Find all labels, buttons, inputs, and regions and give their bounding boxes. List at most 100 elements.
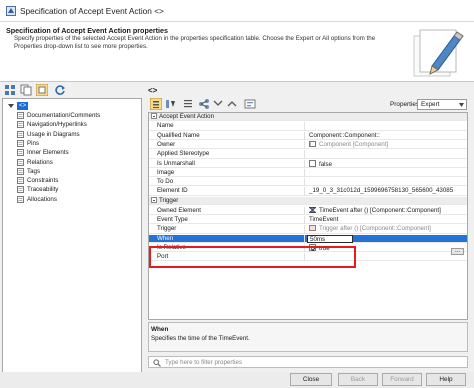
grid-view-icon[interactable] bbox=[4, 84, 16, 96]
help-button[interactable]: Help bbox=[426, 373, 466, 386]
tree-item[interactable]: Documentation/Comments bbox=[17, 111, 100, 120]
tree-item[interactable]: Constraints bbox=[17, 176, 58, 185]
page-icon bbox=[17, 158, 24, 166]
tree-item-label: Constraints bbox=[27, 177, 59, 185]
tree-item[interactable]: Traceability bbox=[17, 185, 58, 194]
page-icon bbox=[17, 130, 24, 138]
property-row-event-type[interactable]: Event Type TimeEvent bbox=[149, 215, 467, 225]
properties-mode-select[interactable]: Expert bbox=[417, 99, 467, 110]
close-button[interactable]: Close bbox=[290, 373, 332, 386]
more-button[interactable]: ... bbox=[451, 248, 464, 255]
tree-item-label: Navigation/Hyperlinks bbox=[27, 121, 87, 129]
property-name: To Do bbox=[157, 178, 174, 186]
component-icon bbox=[309, 140, 316, 147]
refresh-icon[interactable] bbox=[54, 84, 66, 96]
property-name: Qualified Name bbox=[157, 131, 200, 139]
properties-grid: Accept Event Action Name Qualified Name Co… bbox=[148, 112, 468, 320]
property-row-is-unmarshall[interactable]: Is Unmarshall false bbox=[149, 159, 467, 168]
tree-item[interactable]: Pins bbox=[17, 139, 39, 148]
tree-item-label: Traceability bbox=[27, 186, 59, 194]
property-value: Component [Component] bbox=[319, 140, 389, 148]
collapse-icon[interactable] bbox=[151, 113, 157, 119]
tree-root-item[interactable]: <> bbox=[7, 101, 29, 110]
property-value[interactable]: 50ms bbox=[310, 236, 325, 243]
property-row-to-do[interactable]: To Do bbox=[149, 178, 467, 187]
property-row-image[interactable]: Image bbox=[149, 168, 467, 178]
property-row-name[interactable]: Name bbox=[149, 122, 467, 131]
page-icon bbox=[17, 195, 24, 203]
property-name: Applied Stereotype bbox=[157, 150, 210, 158]
page-icon bbox=[17, 112, 24, 119]
property-value: _19_0_3_31c012d_1599696758130_565600_430… bbox=[309, 187, 454, 195]
active-view-icon[interactable] bbox=[36, 84, 48, 96]
tree-item-label: Relations bbox=[27, 158, 53, 166]
expand-icon[interactable] bbox=[212, 98, 224, 110]
tree-item[interactable]: Tags bbox=[17, 167, 40, 176]
element-path: <> bbox=[148, 86, 158, 95]
tree-root-label: <> bbox=[17, 101, 29, 110]
tree-item-label: Tags bbox=[27, 167, 41, 175]
relations-icon[interactable] bbox=[198, 98, 210, 110]
property-name: Is Unmarshall bbox=[157, 159, 195, 167]
tree-item[interactable]: Usage in Diagrams bbox=[17, 130, 80, 139]
property-row-owned-element[interactable]: Owned Element TimeEvent after () [Compone… bbox=[149, 206, 467, 215]
collapse-icon[interactable] bbox=[7, 102, 17, 110]
page-icon bbox=[17, 167, 24, 175]
property-value: Component::Component:: bbox=[309, 131, 380, 139]
tree-item[interactable]: Relations bbox=[17, 158, 53, 167]
categorized-view-icon[interactable] bbox=[150, 98, 162, 110]
tree-item-label: Allocations bbox=[27, 195, 57, 203]
property-value: TimeEvent after () [Component::Component… bbox=[319, 206, 441, 214]
page-icon bbox=[17, 149, 24, 157]
filter-input[interactable]: Type here to filter properties bbox=[148, 356, 468, 368]
is-unmarshall-checkbox[interactable] bbox=[309, 159, 316, 167]
property-name: Owner bbox=[157, 140, 176, 148]
lines-icon[interactable] bbox=[182, 98, 194, 110]
description-text: Specifies the time of the TimeEvent. bbox=[151, 335, 250, 342]
back-button[interactable]: Back bbox=[338, 373, 378, 386]
property-value: false bbox=[319, 160, 333, 168]
time-event-icon bbox=[309, 206, 316, 213]
header-description: Specify properties of the selected Accep… bbox=[14, 35, 376, 50]
property-row-trigger[interactable]: Trigger Trigger after () [Component::Comp… bbox=[149, 225, 467, 234]
property-description-panel: When Specifies the time of the TimeEvent… bbox=[148, 322, 468, 352]
tree-item-label: Documentation/Comments bbox=[27, 112, 101, 119]
chevron-down-icon bbox=[459, 103, 464, 107]
property-name: Trigger bbox=[157, 225, 177, 233]
pen-icon bbox=[413, 29, 464, 77]
collapse-icon[interactable] bbox=[151, 197, 157, 203]
page-icon bbox=[17, 121, 24, 129]
tree-item-label: Pins bbox=[27, 139, 40, 147]
trigger-icon bbox=[309, 225, 316, 232]
dialog-header: Specification of Accept Event Action pro… bbox=[0, 22, 474, 82]
group-row-trigger[interactable]: Trigger bbox=[149, 197, 467, 206]
property-name: Event Type bbox=[157, 215, 188, 223]
page-icon bbox=[17, 186, 24, 194]
page-icon bbox=[17, 139, 24, 147]
tree-item[interactable]: Inner Elements bbox=[17, 148, 69, 157]
property-row-owner[interactable]: Owner Component [Component] bbox=[149, 140, 467, 150]
search-icon bbox=[153, 359, 161, 367]
title-bar: Specification of Accept Event Action <> bbox=[0, 0, 474, 22]
specification-tree: <> Documentation/Comments Navigation/Hype… bbox=[2, 98, 142, 374]
copy-icon[interactable] bbox=[20, 84, 32, 96]
tree-item[interactable]: Allocations bbox=[17, 195, 57, 204]
property-row-element-id[interactable]: Element ID _19_0_3_31c012d_1599696758130_… bbox=[149, 187, 467, 196]
property-row-qualified-name[interactable]: Qualified Name Component::Component:: bbox=[149, 131, 467, 140]
window-title: Specification of Accept Event Action <> bbox=[20, 6, 164, 16]
header-title: Specification of Accept Event Action pro… bbox=[6, 26, 169, 35]
property-row-applied-stereotype[interactable]: Applied Stereotype bbox=[149, 150, 467, 159]
filter-placeholder: Type here to filter properties bbox=[165, 359, 243, 366]
forward-button[interactable]: Forward bbox=[382, 373, 422, 386]
group-label: Accept Event Action bbox=[159, 113, 215, 120]
properties-mode-value: Expert bbox=[421, 101, 440, 108]
tree-item[interactable]: Navigation/Hyperlinks bbox=[17, 120, 87, 129]
collapse-all-icon[interactable] bbox=[226, 98, 238, 110]
tree-item-label: Usage in Diagrams bbox=[27, 130, 80, 138]
property-name: Element ID bbox=[157, 187, 188, 195]
property-row-when[interactable]: When 50ms bbox=[149, 234, 467, 243]
element-icon[interactable] bbox=[244, 98, 256, 110]
group-row-accept-event-action[interactable]: Accept Event Action bbox=[149, 113, 467, 122]
app-icon bbox=[6, 6, 16, 16]
sort-alpha-icon[interactable] bbox=[164, 98, 176, 110]
